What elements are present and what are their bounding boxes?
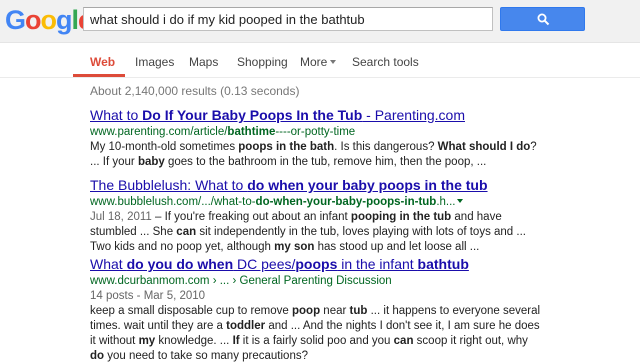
url-text: bathtime bbox=[227, 126, 276, 138]
title-text: What to bbox=[90, 107, 143, 123]
result-url[interactable]: www.bubblelush.com/.../what-to-do-when-y… bbox=[90, 194, 630, 210]
snippet-text: keep a small disposable cup to remove bbox=[90, 305, 292, 317]
url-text: .h... bbox=[436, 196, 456, 208]
result-url[interactable]: www.parenting.com/article/bathtime----or… bbox=[90, 124, 630, 140]
result-meta: 14 posts - Mar 5, 2010 bbox=[90, 290, 206, 302]
search-tabs: Web Images Maps Shopping More Search too… bbox=[0, 43, 640, 78]
snippet-text: near bbox=[320, 305, 350, 317]
snippet-text: ? bbox=[530, 141, 537, 153]
magnifier-icon bbox=[537, 13, 550, 26]
tab-more[interactable]: More bbox=[300, 55, 337, 69]
result-snippet: keep a small disposable cup to remove po… bbox=[90, 304, 630, 319]
result-snippet: ... If your baby goes to the bathroom in… bbox=[90, 155, 630, 170]
title-text: The Bubblelush: What to bbox=[90, 177, 248, 193]
tab-images[interactable]: Images bbox=[135, 55, 174, 69]
result-snippet: it without my knowledge. ... If it is a … bbox=[90, 334, 630, 349]
result-title-link[interactable]: What to Do If Your Baby Poops In the Tub… bbox=[90, 106, 630, 124]
snippet-text: What should I do bbox=[437, 141, 531, 153]
search-result: The Bubblelush: What to do when your bab… bbox=[90, 176, 630, 255]
chevron-down-icon bbox=[330, 60, 337, 64]
snippet-text: goes to the bathroom in the tub, remove … bbox=[164, 156, 487, 168]
result-date: Jul 18, 2011 bbox=[90, 211, 152, 223]
snippet-text: ... it happens to everyone several bbox=[367, 305, 541, 317]
snippet-text: my son bbox=[274, 241, 315, 253]
result-snippet: Two kids and no poop yet, although my so… bbox=[90, 240, 630, 255]
snippet-text: times. wait until they are a bbox=[90, 320, 227, 332]
snippet-text: can bbox=[176, 226, 197, 238]
tab-web[interactable]: Web bbox=[90, 55, 115, 69]
url-text: www.bubblelush.com/.../what-to- bbox=[90, 196, 256, 208]
title-text: - Parenting.com bbox=[362, 107, 465, 123]
snippet-text: ... If your bbox=[90, 156, 138, 168]
title-text: in the infant bbox=[337, 256, 418, 272]
snippet-text: sit independently in the tub, loves play… bbox=[196, 226, 526, 238]
snippet-text: has stood up and let loose all ... bbox=[314, 241, 480, 253]
snippet-text: toddler bbox=[226, 320, 266, 332]
title-text: do you do when bbox=[126, 256, 234, 272]
snippet-text: it is a fairly solid poo and you bbox=[239, 335, 394, 347]
snippet-text: Two kids and no poop yet, although bbox=[90, 241, 275, 253]
snippet-text: poops in the bath bbox=[238, 141, 335, 153]
result-snippet: My 10-month-old sometimes poops in the b… bbox=[90, 140, 630, 155]
snippet-text: poop bbox=[292, 305, 321, 317]
snippet-text: and ... And the nights I don't see it, I… bbox=[265, 320, 540, 332]
url-text: www.dcurbanmom.com › ... › bbox=[90, 275, 240, 287]
result-title-link[interactable]: What do you do when DC pees/poops in the… bbox=[90, 255, 630, 273]
title-text: bathtub bbox=[417, 256, 469, 272]
logo-letter: G bbox=[5, 5, 26, 35]
search-result: What to Do If Your Baby Poops In the Tub… bbox=[90, 106, 630, 170]
title-text: do when your baby poops in the tub bbox=[247, 177, 488, 193]
search-result: What do you do when DC pees/poops in the… bbox=[90, 255, 630, 364]
active-tab-indicator bbox=[73, 74, 125, 77]
result-snippet: stumbled ... She can sit independently i… bbox=[90, 225, 630, 240]
snippet-text: stumbled ... She bbox=[90, 226, 177, 238]
logo-letter: o bbox=[25, 5, 41, 35]
result-stats: About 2,140,000 results (0.13 seconds) bbox=[90, 84, 300, 98]
url-breadcrumb-link[interactable]: General Parenting Discussion bbox=[240, 275, 392, 287]
tab-shopping[interactable]: Shopping bbox=[237, 55, 288, 69]
url-dropdown-icon[interactable] bbox=[456, 199, 463, 203]
snippet-text: scoop it right out, why bbox=[413, 335, 528, 347]
search-button[interactable] bbox=[500, 7, 585, 31]
snippet-text: baby bbox=[137, 156, 165, 168]
snippet-text: and have bbox=[451, 211, 502, 223]
result-snippet: times. wait until they are a toddler and… bbox=[90, 319, 630, 334]
logo-letter: g bbox=[56, 5, 72, 35]
url-text: do-when-your-baby-poops-in-tub bbox=[255, 196, 437, 208]
result-snippet: do you need to take so many precautions? bbox=[90, 349, 630, 364]
url-text: ----or-potty-time bbox=[275, 126, 356, 138]
tab-maps[interactable]: Maps bbox=[189, 55, 218, 69]
snippet-text: . Is this dangerous? bbox=[334, 141, 438, 153]
snippet-text: If bbox=[232, 335, 240, 347]
snippet-text: – If you're freaking out about an infant bbox=[151, 211, 351, 223]
snippet-text: pooping in the tub bbox=[350, 211, 452, 223]
result-url[interactable]: www.dcurbanmom.com › ... › General Paren… bbox=[90, 273, 630, 289]
snippet-text: My 10-month-old sometimes bbox=[90, 141, 239, 153]
tab-more-label: More bbox=[300, 55, 328, 69]
logo-letter: o bbox=[40, 5, 57, 35]
snippet-text: do bbox=[90, 350, 105, 362]
result-title-link[interactable]: The Bubblelush: What to do when your bab… bbox=[90, 176, 630, 194]
snippet-text: my bbox=[138, 335, 156, 347]
tab-search-tools[interactable]: Search tools bbox=[352, 55, 419, 69]
snippet-text: knowledge. ... bbox=[155, 335, 233, 347]
google-logo[interactable]: Google bbox=[5, 4, 93, 36]
snippet-text: it without bbox=[90, 335, 139, 347]
snippet-text: tub bbox=[349, 305, 368, 317]
title-text: poops bbox=[295, 256, 338, 272]
snippet-text: you need to take so many precautions? bbox=[104, 350, 308, 362]
title-text: Do If Your Baby Poops In the Tub bbox=[142, 107, 363, 123]
search-input[interactable]: what should i do if my kid pooped in the… bbox=[83, 7, 493, 31]
snippet-text: can bbox=[393, 335, 414, 347]
url-text: www.parenting.com/article/ bbox=[90, 126, 228, 138]
title-text: DC pees/ bbox=[233, 256, 296, 272]
result-snippet: Jul 18, 2011 – If you're freaking out ab… bbox=[90, 210, 630, 225]
title-text: What bbox=[90, 256, 127, 272]
top-bar: Google what should i do if my kid pooped… bbox=[0, 0, 640, 43]
